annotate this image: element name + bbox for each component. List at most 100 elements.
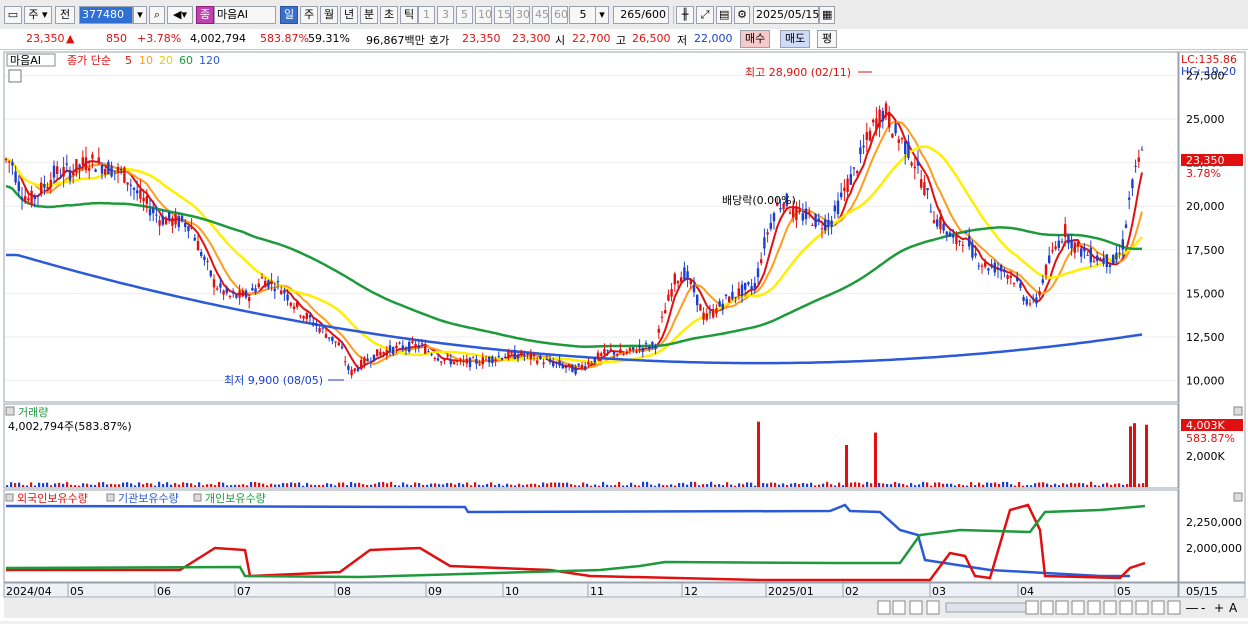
interval-5[interactable]: 초 bbox=[380, 6, 398, 24]
search-icon[interactable]: ⌕ bbox=[149, 6, 165, 24]
y-tick-label: 25,000 bbox=[1186, 113, 1225, 126]
volume-bar bbox=[270, 483, 273, 487]
interval-1[interactable]: 주 bbox=[300, 6, 318, 24]
calendar-icon[interactable]: ▦ bbox=[819, 6, 835, 24]
ma5-legend: 5 bbox=[125, 54, 132, 67]
zoom-reset-icon[interactable]: - bbox=[1201, 601, 1205, 615]
holding-panel-close-icon[interactable] bbox=[1233, 492, 1243, 502]
gear-icon[interactable]: ⚙ bbox=[734, 6, 750, 24]
stop-icon[interactable] bbox=[909, 600, 923, 615]
candle-body bbox=[40, 182, 43, 195]
period-select[interactable]: 주 ▾ bbox=[24, 6, 52, 24]
dividend-annotation: 배당락(0.00%) bbox=[722, 194, 796, 207]
candle-body bbox=[254, 288, 257, 293]
volume-bar bbox=[342, 482, 345, 487]
volume-bar bbox=[810, 482, 813, 487]
view-icon-9[interactable] bbox=[1151, 600, 1165, 615]
candle-body bbox=[731, 291, 734, 300]
volume-bar bbox=[54, 483, 57, 487]
count-chevron-icon[interactable]: ▾ bbox=[595, 6, 609, 24]
volume-bar bbox=[1114, 483, 1117, 487]
speaker-icon[interactable]: ◀▾ bbox=[167, 6, 193, 24]
zoom-slider[interactable] bbox=[945, 602, 1027, 613]
minute-15[interactable]: 15 bbox=[494, 6, 511, 24]
chevron-down-icon[interactable]: ▾ bbox=[133, 6, 147, 24]
volume-value: 4,002,794주(583.87%) bbox=[8, 420, 132, 433]
view-icon-6[interactable] bbox=[1103, 600, 1117, 615]
holding-legend-icon-2[interactable] bbox=[106, 493, 115, 502]
draw-line-icon[interactable]: ⤢ bbox=[696, 6, 714, 24]
page-count[interactable]: 265/600 bbox=[613, 6, 669, 24]
candle-body bbox=[955, 234, 958, 245]
volume-panel-close-icon[interactable] bbox=[1233, 406, 1243, 416]
chart-area[interactable]: 2024/04 05 06 07 08 09 10 11 12 2025/01 02 03 04 05 마… bbox=[0, 50, 1248, 621]
minute-60[interactable]: 60 bbox=[551, 6, 568, 24]
candle-body bbox=[97, 157, 100, 164]
auto-scale-icon[interactable]: A bbox=[1229, 601, 1238, 615]
scroll-right-icon[interactable] bbox=[877, 600, 891, 615]
candle-body bbox=[200, 252, 203, 256]
view-icon-10[interactable] bbox=[1167, 600, 1181, 615]
volume-bar bbox=[542, 482, 545, 487]
sell-button[interactable]: 매도 bbox=[780, 30, 811, 48]
volume-bar bbox=[410, 485, 413, 487]
volume-panel-icon[interactable] bbox=[5, 406, 15, 416]
ma-legend-prefix: 종가 단순 bbox=[67, 54, 111, 67]
stock-code-input[interactable]: 377480 bbox=[79, 6, 133, 24]
minute-10[interactable]: 10 bbox=[475, 6, 492, 24]
stock-name-field[interactable]: 마음AI bbox=[214, 6, 276, 24]
candle-body bbox=[740, 284, 744, 296]
market-button[interactable]: 전 bbox=[55, 6, 75, 24]
minute-30[interactable]: 30 bbox=[513, 6, 530, 24]
y-tick-label: 10,000 bbox=[1186, 375, 1225, 388]
interval-6[interactable]: 틱 bbox=[400, 6, 418, 24]
volume-bar bbox=[1066, 484, 1069, 487]
view-icon-1[interactable] bbox=[1025, 600, 1039, 615]
period-label: 주 bbox=[28, 8, 39, 21]
save-icon[interactable]: ▤ bbox=[716, 6, 732, 24]
minute-3[interactable]: 3 bbox=[437, 6, 454, 24]
institution-legend: 기관보유수량 bbox=[118, 492, 179, 505]
candle-body bbox=[622, 353, 625, 355]
layout-icon[interactable]: ▭ bbox=[4, 6, 22, 24]
zoom-in-icon[interactable]: + bbox=[1214, 601, 1224, 615]
holding-legend-icon-1[interactable] bbox=[5, 493, 14, 502]
interval-0[interactable]: 일 bbox=[280, 6, 298, 24]
view-icon-4[interactable] bbox=[1071, 600, 1085, 615]
interval-2[interactable]: 월 bbox=[320, 6, 338, 24]
minute-1[interactable]: 1 bbox=[418, 6, 435, 24]
candle-body bbox=[376, 349, 379, 357]
candle-body bbox=[968, 236, 971, 247]
date-input[interactable]: 2025/05/15 bbox=[753, 6, 819, 24]
view-icon-3[interactable] bbox=[1055, 600, 1069, 615]
view-icon-7[interactable] bbox=[1119, 600, 1133, 615]
view-icon-2[interactable] bbox=[1040, 600, 1054, 615]
flat-button[interactable]: 평 bbox=[817, 30, 838, 48]
candle-body bbox=[673, 273, 676, 285]
candle-body bbox=[283, 290, 286, 294]
candle-body bbox=[340, 346, 344, 349]
zoom-out-icon[interactable]: ― bbox=[1186, 601, 1198, 615]
candle-body bbox=[4, 158, 8, 161]
candle-style-icon[interactable]: ╫ bbox=[676, 6, 694, 24]
volume-bar bbox=[322, 484, 325, 487]
chart-svg: 2024/04 05 06 07 08 09 10 11 12 2025/01 02 03 04 05 마… bbox=[3, 51, 1248, 618]
scroll-start-icon[interactable] bbox=[892, 600, 906, 615]
volume-bar bbox=[514, 485, 517, 487]
minute-45[interactable]: 45 bbox=[532, 6, 549, 24]
view-icon-5[interactable] bbox=[1087, 600, 1101, 615]
table-icon[interactable] bbox=[8, 69, 22, 83]
interval-3[interactable]: 년 bbox=[340, 6, 358, 24]
candle-body bbox=[382, 351, 385, 355]
candle-body bbox=[475, 358, 478, 364]
holding-legend-icon-3[interactable] bbox=[193, 493, 202, 502]
interval-4[interactable]: 분 bbox=[360, 6, 378, 24]
candle-body bbox=[1032, 298, 1035, 300]
minute-5[interactable]: 5 bbox=[456, 6, 473, 24]
candle-body bbox=[136, 190, 139, 194]
count-select[interactable]: 5 bbox=[569, 6, 597, 24]
candle-body bbox=[664, 310, 667, 314]
scroll-end-icon[interactable] bbox=[926, 600, 940, 615]
view-icon-8[interactable] bbox=[1135, 600, 1149, 615]
buy-button[interactable]: 매수 bbox=[740, 30, 771, 48]
